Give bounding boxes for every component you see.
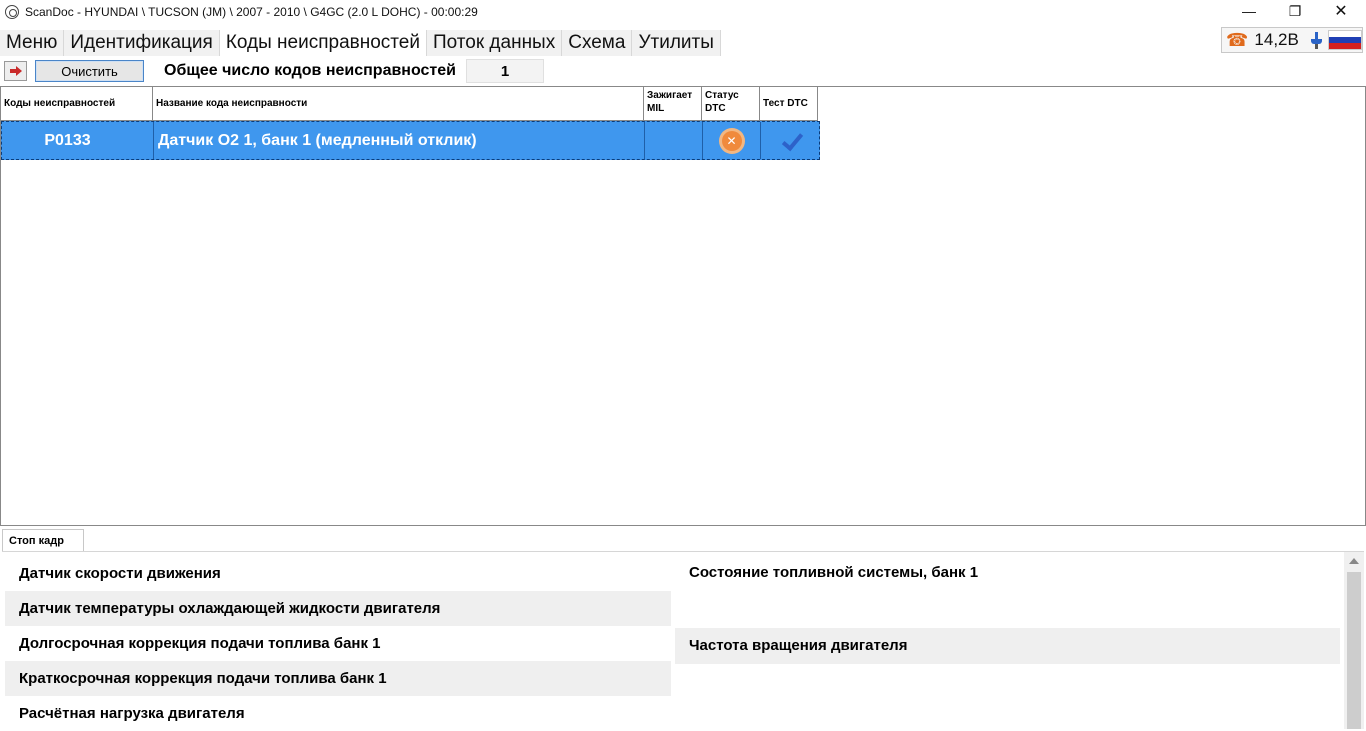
menu-item-identification[interactable]: Идентификация	[64, 30, 220, 56]
main-menu: Меню Идентификация Коды неисправностей П…	[0, 30, 721, 56]
dtc-status-cell: ✕	[703, 122, 761, 159]
dtc-test-cell	[761, 122, 819, 159]
header-mil[interactable]: Зажигает MIL	[644, 87, 702, 121]
fault-toolbar: Очистить Общее число кодов неисправносте…	[0, 59, 600, 83]
menu-item-fault-codes[interactable]: Коды неисправностей	[219, 30, 427, 56]
list-item[interactable]: Долгосрочная коррекция подачи топлива ба…	[5, 626, 671, 661]
grid-header: Коды неисправностей Название кода неиспр…	[1, 87, 818, 121]
freeze-frame-scrollbar[interactable]	[1344, 552, 1364, 729]
menu-item-utilities[interactable]: Утилиты	[632, 30, 721, 56]
scroll-up-icon[interactable]	[1349, 558, 1359, 564]
list-item[interactable]: Краткосрочная коррекция подачи топлива б…	[5, 661, 671, 696]
total-codes-value: 1	[466, 59, 544, 83]
red-arrow-icon	[9, 66, 22, 76]
menu-item-data-stream[interactable]: Поток данных	[426, 30, 563, 56]
dtc-code: P0133	[2, 122, 154, 159]
clear-codes-button[interactable]: Очистить	[35, 60, 144, 82]
flag-stripe-red	[1328, 43, 1361, 49]
dtc-name: Датчик O2 1, банк 1 (медленный отклик)	[154, 122, 645, 159]
header-dtc-status[interactable]: Статус DTC	[702, 87, 760, 121]
list-item[interactable]: Расчётная нагрузка двигателя	[5, 696, 671, 731]
error-x-icon: ✕	[721, 130, 742, 151]
window-title: ScanDoc - HYUNDAI \ TUCSON (JM) \ 2007 -…	[25, 5, 478, 19]
list-item[interactable]: Частота вращения двигателя	[675, 628, 1340, 664]
dtc-mil	[645, 122, 703, 159]
language-flag-icon[interactable]	[1327, 30, 1362, 50]
title-bar: ScanDoc - HYUNDAI \ TUCSON (JM) \ 2007 -…	[0, 0, 1366, 24]
close-button[interactable]: ✕	[1318, 0, 1364, 22]
restore-button[interactable]: ❐	[1272, 0, 1318, 22]
checkmark-icon	[779, 130, 801, 152]
menu-item-schema[interactable]: Схема	[562, 30, 633, 56]
header-codes[interactable]: Коды неисправностей	[1, 87, 153, 121]
list-item[interactable]: Состояние топливной системы, банк 1	[675, 552, 1340, 628]
list-item[interactable]: Датчик температуры охлаждающей жидкости …	[5, 591, 671, 626]
plug-icon	[1309, 31, 1324, 49]
back-arrow-button[interactable]	[4, 61, 27, 81]
table-row[interactable]: P0133 Датчик O2 1, банк 1 (медленный отк…	[1, 121, 820, 160]
header-code-name[interactable]: Название кода неисправности	[153, 87, 644, 121]
connection-status: ☎ 14,2В	[1221, 27, 1363, 53]
app-logo-icon	[5, 5, 19, 19]
minimize-button[interactable]: —	[1226, 0, 1272, 22]
list-item[interactable]: Датчик скорости движения	[5, 556, 671, 591]
freeze-frame-panel: Датчик скорости движения Датчик температ…	[2, 551, 1364, 731]
menu-item-menu[interactable]: Меню	[0, 30, 65, 56]
header-dtc-test[interactable]: Тест DTC	[760, 87, 818, 121]
phone-icon: ☎	[1226, 29, 1249, 50]
tab-freeze-frame[interactable]: Стоп кадр	[2, 529, 84, 552]
total-codes-label: Общее число кодов неисправностей	[164, 62, 456, 79]
fault-codes-grid: Коды неисправностей Название кода неиспр…	[0, 86, 1366, 526]
battery-voltage: 14,2В	[1254, 30, 1299, 49]
scroll-thumb[interactable]	[1347, 572, 1361, 729]
